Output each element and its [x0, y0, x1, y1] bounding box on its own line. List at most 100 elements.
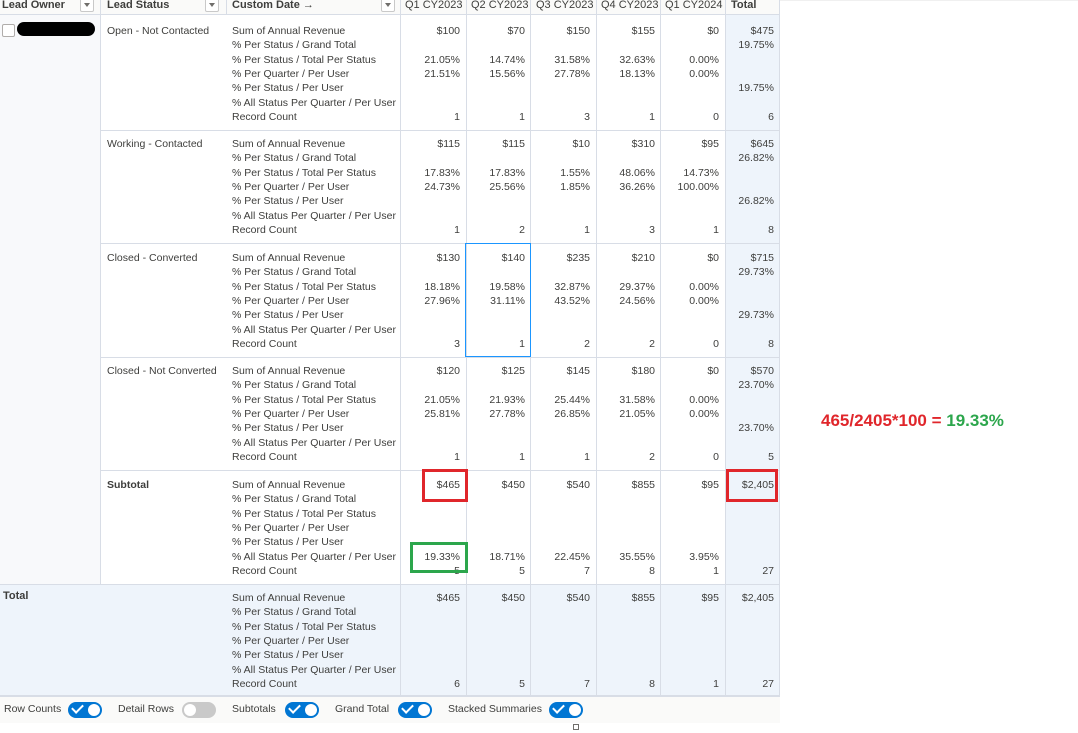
- value-cell-q3-cy2023[interactable]: $540: [530, 591, 590, 605]
- value-cell-total[interactable]: 29.73%: [714, 308, 774, 322]
- value-cell-q3-cy2023[interactable]: 25.44%: [530, 393, 590, 407]
- value-cell-q1-cy2023[interactable]: 17.83%: [400, 166, 460, 180]
- value-cell-total[interactable]: 19.75%: [714, 81, 774, 95]
- value-cell-q3-cy2023[interactable]: $150: [530, 24, 590, 38]
- value-cell-q1-cy2023[interactable]: 1: [400, 110, 460, 124]
- value-cell-q4-cy2023[interactable]: $310: [595, 137, 655, 151]
- value-cell-q2-cy2023[interactable]: 14.74%: [465, 53, 525, 67]
- value-cell-total[interactable]: 8: [714, 223, 774, 237]
- value-cell-q1-cy2024[interactable]: 0.00%: [659, 280, 719, 294]
- value-cell-q2-cy2023[interactable]: 5: [465, 677, 525, 691]
- grand-total-toggle[interactable]: [398, 701, 432, 718]
- value-cell-q2-cy2023[interactable]: 27.78%: [465, 407, 525, 421]
- value-cell-q4-cy2023[interactable]: 36.26%: [595, 180, 655, 194]
- value-cell-q3-cy2023[interactable]: 7: [530, 677, 590, 691]
- value-cell-q3-cy2023[interactable]: 7: [530, 564, 590, 578]
- value-cell-q3-cy2023[interactable]: 31.58%: [530, 53, 590, 67]
- value-cell-q3-cy2023[interactable]: 43.52%: [530, 294, 590, 308]
- value-cell-q4-cy2023[interactable]: $855: [595, 478, 655, 492]
- value-cell-q1-cy2023[interactable]: $115: [400, 137, 460, 151]
- value-cell-total[interactable]: 19.75%: [714, 38, 774, 52]
- value-cell-total[interactable]: $715: [714, 251, 774, 265]
- value-cell-q1-cy2023[interactable]: 18.18%: [400, 280, 460, 294]
- value-cell-total[interactable]: 27: [714, 564, 774, 578]
- selected-cell[interactable]: [465, 243, 531, 357]
- value-cell-q1-cy2024[interactable]: 0: [659, 110, 719, 124]
- value-cell-q1-cy2024[interactable]: 3.95%: [659, 550, 719, 564]
- value-cell-q4-cy2023[interactable]: 21.05%: [595, 407, 655, 421]
- value-cell-q1-cy2024[interactable]: 0.00%: [659, 393, 719, 407]
- value-cell-total[interactable]: $645: [714, 137, 774, 151]
- value-cell-q1-cy2023[interactable]: 25.81%: [400, 407, 460, 421]
- value-cell-q2-cy2023[interactable]: $450: [465, 478, 525, 492]
- value-cell-q1-cy2024[interactable]: 100.00%: [659, 180, 719, 194]
- value-cell-q3-cy2023[interactable]: $235: [530, 251, 590, 265]
- value-cell-q3-cy2023[interactable]: 2: [530, 337, 590, 351]
- value-cell-q2-cy2023[interactable]: 5: [465, 564, 525, 578]
- value-cell-q4-cy2023[interactable]: $180: [595, 364, 655, 378]
- value-cell-q3-cy2023[interactable]: 26.85%: [530, 407, 590, 421]
- stacked-summaries-toggle[interactable]: [549, 701, 583, 718]
- value-cell-q4-cy2023[interactable]: 8: [595, 677, 655, 691]
- value-cell-q1-cy2024[interactable]: $0: [659, 24, 719, 38]
- resize-handle[interactable]: [573, 724, 579, 730]
- value-cell-q2-cy2023[interactable]: 21.93%: [465, 393, 525, 407]
- value-cell-q1-cy2023[interactable]: $465: [400, 591, 460, 605]
- row-counts-toggle[interactable]: [68, 701, 102, 718]
- value-cell-q1-cy2024[interactable]: $95: [659, 137, 719, 151]
- value-cell-q1-cy2023[interactable]: $130: [400, 251, 460, 265]
- value-cell-total[interactable]: $475: [714, 24, 774, 38]
- value-cell-q2-cy2023[interactable]: 17.83%: [465, 166, 525, 180]
- value-cell-q3-cy2023[interactable]: 3: [530, 110, 590, 124]
- value-cell-q2-cy2023[interactable]: $115: [465, 137, 525, 151]
- value-cell-total[interactable]: $2,405: [714, 591, 774, 605]
- value-cell-q4-cy2023[interactable]: $155: [595, 24, 655, 38]
- value-cell-q1-cy2024[interactable]: $95: [659, 478, 719, 492]
- value-cell-q4-cy2023[interactable]: 24.56%: [595, 294, 655, 308]
- value-cell-q1-cy2024[interactable]: 0.00%: [659, 67, 719, 81]
- value-cell-q4-cy2023[interactable]: 31.58%: [595, 393, 655, 407]
- value-cell-q4-cy2023[interactable]: 32.63%: [595, 53, 655, 67]
- value-cell-q4-cy2023[interactable]: 2: [595, 450, 655, 464]
- value-cell-q4-cy2023[interactable]: $210: [595, 251, 655, 265]
- value-cell-total[interactable]: 29.73%: [714, 265, 774, 279]
- value-cell-total[interactable]: $570: [714, 364, 774, 378]
- value-cell-q1-cy2024[interactable]: 14.73%: [659, 166, 719, 180]
- subtotals-toggle[interactable]: [285, 701, 319, 718]
- value-cell-q2-cy2023[interactable]: $125: [465, 364, 525, 378]
- value-cell-q2-cy2023[interactable]: 1: [465, 110, 525, 124]
- value-cell-q1-cy2023[interactable]: 1: [400, 450, 460, 464]
- value-cell-q2-cy2023[interactable]: 25.56%: [465, 180, 525, 194]
- value-cell-q1-cy2024[interactable]: $95: [659, 591, 719, 605]
- value-cell-q1-cy2023[interactable]: 21.05%: [400, 393, 460, 407]
- value-cell-total[interactable]: 27: [714, 677, 774, 691]
- value-cell-q1-cy2024[interactable]: 0.00%: [659, 53, 719, 67]
- value-cell-q1-cy2024[interactable]: 0: [659, 450, 719, 464]
- value-cell-q1-cy2024[interactable]: 0.00%: [659, 294, 719, 308]
- value-cell-q1-cy2024[interactable]: $0: [659, 251, 719, 265]
- value-cell-q3-cy2023[interactable]: 22.45%: [530, 550, 590, 564]
- value-cell-q4-cy2023[interactable]: 48.06%: [595, 166, 655, 180]
- value-cell-q3-cy2023[interactable]: 1: [530, 223, 590, 237]
- value-cell-q3-cy2023[interactable]: 1.55%: [530, 166, 590, 180]
- value-cell-q3-cy2023[interactable]: $540: [530, 478, 590, 492]
- value-cell-total[interactable]: 8: [714, 337, 774, 351]
- value-cell-q4-cy2023[interactable]: 8: [595, 564, 655, 578]
- value-cell-q3-cy2023[interactable]: $10: [530, 137, 590, 151]
- value-cell-q1-cy2024[interactable]: 0: [659, 337, 719, 351]
- value-cell-q1-cy2023[interactable]: 6: [400, 677, 460, 691]
- value-cell-q4-cy2023[interactable]: 35.55%: [595, 550, 655, 564]
- value-cell-q1-cy2023[interactable]: $120: [400, 364, 460, 378]
- value-cell-q3-cy2023[interactable]: 1.85%: [530, 180, 590, 194]
- value-cell-q4-cy2023[interactable]: 18.13%: [595, 67, 655, 81]
- value-cell-total[interactable]: 6: [714, 110, 774, 124]
- value-cell-q1-cy2024[interactable]: 1: [659, 564, 719, 578]
- value-cell-q1-cy2023[interactable]: 1: [400, 223, 460, 237]
- detail-rows-toggle[interactable]: [182, 702, 216, 718]
- value-cell-total[interactable]: 5: [714, 450, 774, 464]
- value-cell-q4-cy2023[interactable]: 3: [595, 223, 655, 237]
- value-cell-q4-cy2023[interactable]: $855: [595, 591, 655, 605]
- value-cell-q2-cy2023[interactable]: 2: [465, 223, 525, 237]
- value-cell-q3-cy2023[interactable]: 32.87%: [530, 280, 590, 294]
- value-cell-q1-cy2023[interactable]: $100: [400, 24, 460, 38]
